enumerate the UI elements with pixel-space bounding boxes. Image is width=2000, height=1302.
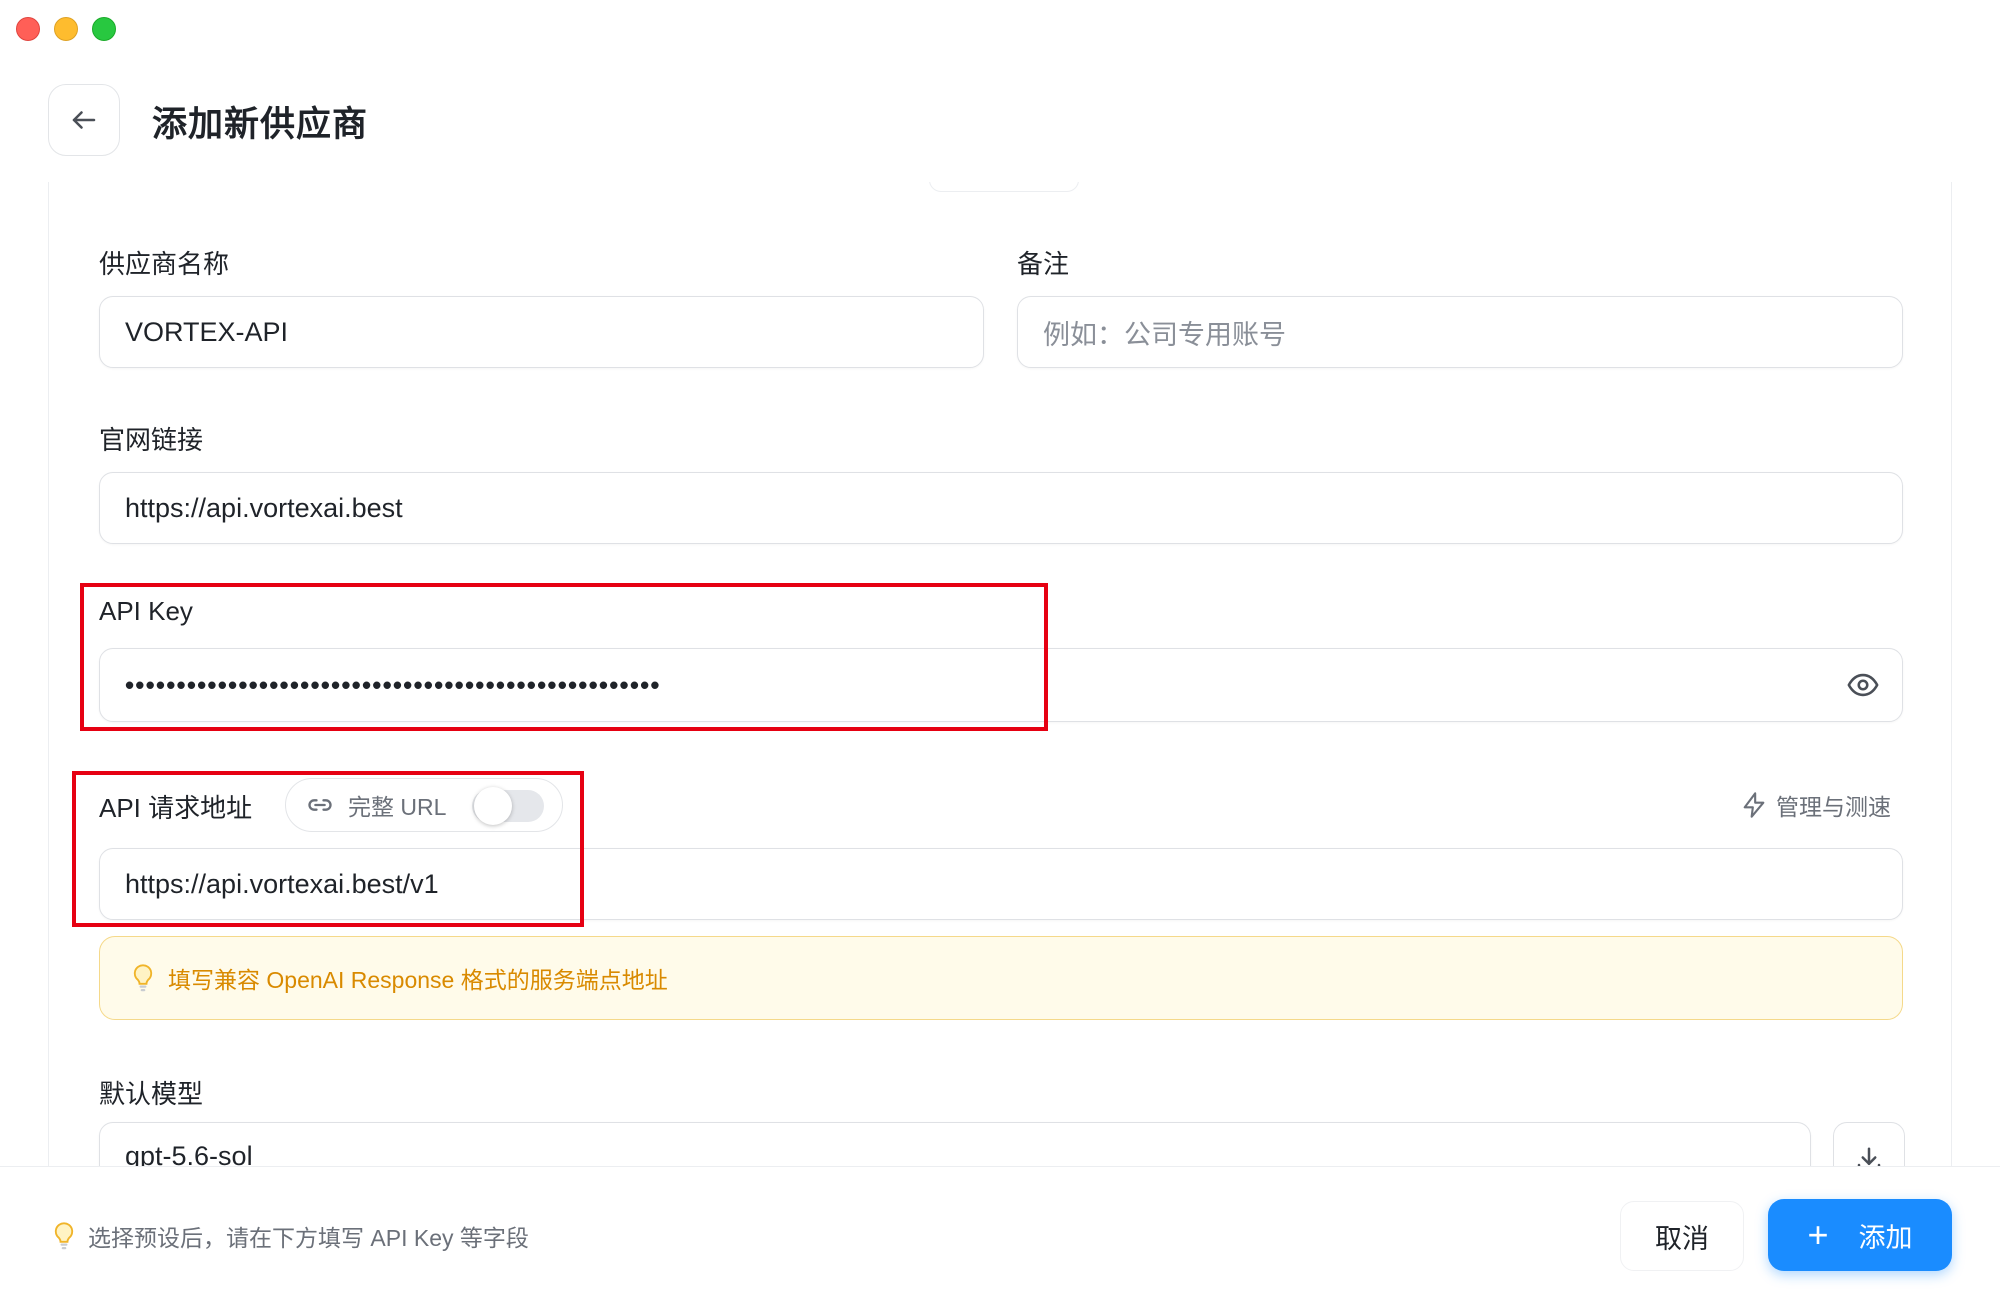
website-input[interactable]: https://api.vortexai.best bbox=[99, 472, 1903, 544]
api-endpoint-label: API 请求地址 bbox=[99, 793, 253, 823]
provider-name-value: VORTEX-API bbox=[125, 316, 289, 347]
arrow-left-icon bbox=[72, 111, 96, 129]
manage-label: 管理与测速 bbox=[1776, 794, 1891, 820]
provider-name-input[interactable]: VORTEX-API bbox=[99, 296, 984, 368]
api-endpoint-input[interactable]: https://api.vortexai.best/v1 bbox=[99, 848, 1903, 920]
api-key-masked-value: ••••••••••••••••••••••••••••••••••••••••… bbox=[125, 669, 661, 700]
footer-bar: 选择预设后，请在下方填写 API Key 等字段 取消 + 添加 bbox=[0, 1166, 2000, 1302]
maximize-window-button[interactable] bbox=[92, 17, 116, 41]
website-value: https://api.vortexai.best bbox=[125, 492, 403, 523]
minimize-window-button[interactable] bbox=[54, 17, 78, 41]
panel-top-tab bbox=[929, 182, 1079, 192]
manage-and-speedtest-button[interactable]: 管理与测速 bbox=[1740, 788, 1891, 822]
notes-input[interactable]: 例如：公司专用账号 bbox=[1017, 296, 1903, 368]
close-window-button[interactable] bbox=[16, 17, 40, 41]
fetch-models-button[interactable] bbox=[1833, 1122, 1905, 1166]
lightbulb-icon bbox=[133, 964, 153, 992]
full-url-switch[interactable] bbox=[472, 787, 544, 825]
footer-hint-text: 选择预设后，请在下方填写 API Key 等字段 bbox=[88, 1225, 529, 1251]
lightbulb-icon bbox=[54, 1222, 74, 1250]
footer-hint: 选择预设后，请在下方填写 API Key 等字段 bbox=[52, 1219, 529, 1253]
add-button-label: 添加 bbox=[1858, 1222, 1913, 1253]
link-icon bbox=[308, 799, 332, 811]
form-panel[interactable]: 供应商名称 VORTEX-API 备注 例如：公司专用账号 官网链接 https… bbox=[48, 182, 1952, 1166]
default-model-label: 默认模型 bbox=[99, 1079, 204, 1109]
cancel-button[interactable]: 取消 bbox=[1620, 1201, 1744, 1271]
full-url-toggle-label: 完整 URL bbox=[348, 794, 447, 820]
notes-placeholder: 例如：公司专用账号 bbox=[1043, 319, 1286, 350]
download-icon bbox=[1857, 1147, 1881, 1166]
default-model-input[interactable]: gpt-5.6-sol bbox=[99, 1122, 1811, 1166]
switch-knob bbox=[474, 787, 512, 825]
website-label: 官网链接 bbox=[99, 425, 204, 455]
provider-name-label: 供应商名称 bbox=[99, 249, 230, 279]
notes-label: 备注 bbox=[1017, 249, 1070, 279]
page-title: 添加新供应商 bbox=[152, 105, 369, 144]
api-endpoint-value: https://api.vortexai.best/v1 bbox=[125, 868, 439, 899]
window-controls bbox=[16, 17, 116, 41]
eye-icon[interactable] bbox=[1846, 668, 1880, 702]
lightning-icon bbox=[1743, 792, 1765, 818]
full-url-toggle[interactable]: 完整 URL bbox=[285, 778, 563, 832]
default-model-value: gpt-5.6-sol bbox=[125, 1141, 253, 1166]
plus-icon: + bbox=[1807, 1214, 1829, 1255]
add-button[interactable]: + 添加 bbox=[1768, 1199, 1952, 1271]
back-button[interactable] bbox=[48, 84, 120, 156]
app-window: 添加新供应商 供应商名称 VORTEX-API 备注 例如：公司专用账号 官网链… bbox=[0, 0, 2000, 1302]
api-key-input[interactable]: ••••••••••••••••••••••••••••••••••••••••… bbox=[99, 648, 1903, 722]
api-endpoint-hint: 填写兼容 OpenAI Response 格式的服务端点地址 bbox=[99, 936, 1903, 1020]
api-key-label: API Key bbox=[99, 596, 193, 626]
api-endpoint-hint-text: 填写兼容 OpenAI Response 格式的服务端点地址 bbox=[168, 967, 668, 993]
